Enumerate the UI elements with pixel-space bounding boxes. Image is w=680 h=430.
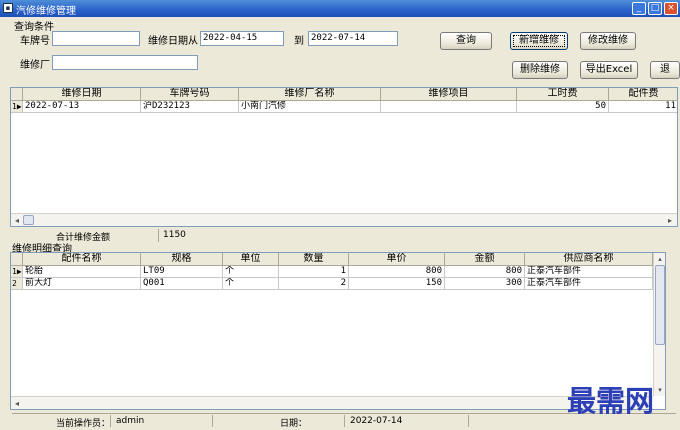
exit-button[interactable]: 退	[650, 61, 680, 79]
cell-labor[interactable]: 50	[517, 101, 609, 113]
cell-amount[interactable]: 800	[445, 266, 525, 278]
cell-unit[interactable]: 个	[223, 278, 279, 290]
date-from-input[interactable]: 2022-04-15	[200, 31, 284, 46]
date-from-label: 维修日期从	[148, 36, 198, 47]
operator-label: 当前操作员：	[56, 419, 111, 429]
col-plate[interactable]: 车牌号码	[141, 88, 239, 101]
shop-label: 维修厂	[20, 60, 50, 71]
export-excel-button[interactable]: 导出Excel	[580, 61, 638, 79]
col-date[interactable]: 维修日期	[23, 88, 141, 101]
main-horizontal-scrollbar[interactable]: ◂ ▸	[11, 213, 677, 226]
col-qty[interactable]: 数量	[279, 253, 349, 266]
operator-value: admin	[116, 416, 145, 426]
col-part-name[interactable]: 配件名称	[23, 253, 141, 266]
plate-input[interactable]	[52, 31, 140, 46]
add-repair-button[interactable]: 新增维修	[510, 32, 568, 50]
col-spec[interactable]: 规格	[141, 253, 223, 266]
col-parts[interactable]: 配件费	[609, 88, 677, 101]
col-unit[interactable]: 单位	[223, 253, 279, 266]
scroll-left-icon[interactable]: ◂	[12, 398, 22, 409]
cell-spec[interactable]: LT09	[141, 266, 223, 278]
cell-spec[interactable]: Q001	[141, 278, 223, 290]
scroll-up-icon[interactable]: ▴	[654, 254, 665, 264]
row-header-corner	[11, 88, 23, 101]
col-amount[interactable]: 金额	[445, 253, 525, 266]
title-bar: ▪ 汽修维修管理 _ □ ×	[0, 0, 680, 17]
cell-date[interactable]: 2022-07-13	[23, 101, 141, 113]
status-separator	[110, 415, 111, 427]
window-title: 汽修维修管理	[16, 6, 76, 17]
total-value: 1150	[158, 229, 228, 242]
status-separator	[212, 415, 213, 427]
query-button[interactable]: 查询	[440, 32, 492, 50]
watermark-logo: 最需网	[567, 384, 655, 418]
cell-unit[interactable]: 个	[223, 266, 279, 278]
row-indicator: 2	[11, 278, 23, 290]
scroll-thumb[interactable]	[23, 215, 34, 225]
query-group-title: 查询条件	[14, 22, 54, 33]
cell-supplier[interactable]: 正泰汽车部件	[525, 266, 653, 278]
cell-part-name[interactable]: 轮胎	[23, 266, 141, 278]
date-label: 日期：	[280, 419, 308, 429]
cell-shop[interactable]: 小南门汽修	[239, 101, 381, 113]
col-shop[interactable]: 维修厂名称	[239, 88, 381, 101]
cell-amount[interactable]: 300	[445, 278, 525, 290]
shop-input[interactable]	[52, 55, 198, 70]
col-labor[interactable]: 工时费	[517, 88, 609, 101]
app-icon: ▪	[3, 3, 13, 13]
scroll-right-icon[interactable]: ▸	[665, 215, 675, 226]
col-supplier[interactable]: 供应商名称	[525, 253, 653, 266]
cell-parts[interactable]: 11	[609, 101, 677, 113]
cell-item[interactable]	[381, 101, 517, 113]
cell-supplier[interactable]: 正泰汽车部件	[525, 278, 653, 290]
row-header-corner	[11, 253, 23, 266]
close-button[interactable]: ×	[664, 2, 678, 15]
scroll-left-icon[interactable]: ◂	[12, 215, 22, 226]
maximize-button[interactable]: □	[648, 2, 662, 15]
repair-table[interactable]: 维修日期 车牌号码 维修厂名称 维修项目 工时费 配件费 1▶ 2022-07-…	[10, 87, 678, 227]
delete-repair-button[interactable]: 删除维修	[512, 61, 568, 79]
cell-plate[interactable]: 沪D232123	[141, 101, 239, 113]
scroll-down-icon[interactable]: ▾	[654, 385, 665, 395]
cell-qty[interactable]: 1	[279, 266, 349, 278]
row-indicator: 1▶	[11, 101, 23, 113]
status-separator	[468, 415, 469, 427]
row-indicator: 1▶	[11, 266, 23, 278]
status-separator	[344, 415, 345, 427]
date-to-label: 到	[294, 36, 304, 47]
plate-label: 车牌号	[20, 36, 50, 47]
col-item[interactable]: 维修项目	[381, 88, 517, 101]
detail-vertical-scrollbar[interactable]: ▴ ▾	[653, 253, 665, 396]
cell-qty[interactable]: 2	[279, 278, 349, 290]
edit-repair-button[interactable]: 修改维修	[580, 32, 636, 50]
cell-price[interactable]: 800	[349, 266, 445, 278]
cell-price[interactable]: 150	[349, 278, 445, 290]
date-value: 2022-07-14	[350, 416, 403, 426]
minimize-button[interactable]: _	[632, 2, 646, 15]
date-to-input[interactable]: 2022-07-14	[308, 31, 398, 46]
col-price[interactable]: 单价	[349, 253, 445, 266]
cell-part-name[interactable]: 前大灯	[23, 278, 141, 290]
detail-horizontal-scrollbar[interactable]: ◂	[11, 396, 653, 409]
scroll-thumb[interactable]	[655, 265, 665, 345]
